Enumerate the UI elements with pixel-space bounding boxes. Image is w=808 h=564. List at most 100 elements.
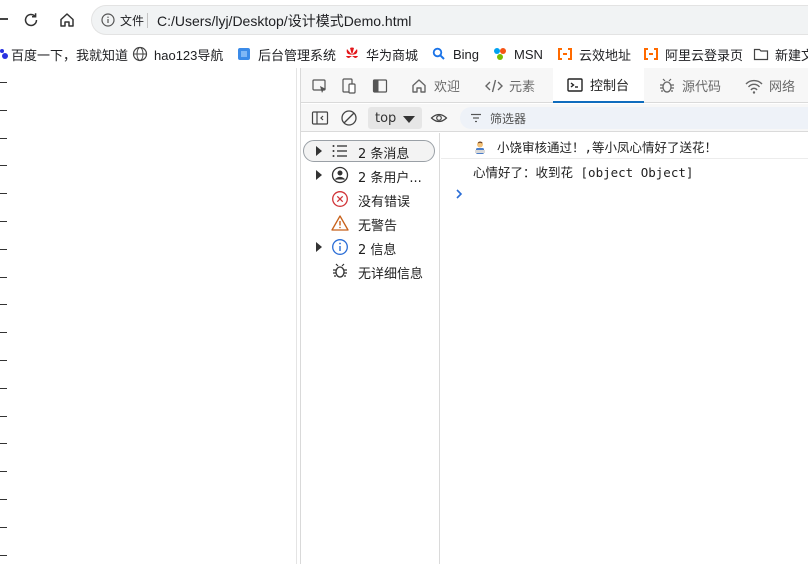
tab-console[interactable]: 控制台 — [553, 68, 644, 103]
list-icon — [331, 142, 349, 160]
page-edge-mark — [0, 443, 7, 445]
sidebar-item-user-messages[interactable]: 2 条用户... — [301, 163, 440, 187]
console-icon — [565, 75, 585, 95]
bookmark-label: 后台管理系统 — [258, 47, 337, 63]
page-edge-mark — [0, 304, 7, 306]
code-icon — [484, 76, 504, 96]
bookmark-hao123[interactable]: hao123导航 — [132, 40, 223, 68]
console-sidebar: 2 条消息 2 条用户... 没有错误 无警告 2 信息 无详细信息 — [301, 133, 440, 564]
bookmark-yunxiao[interactable]: 云效地址 — [557, 40, 631, 68]
url-text[interactable]: C:/Users/lyj/Desktop/设计模式Demo.html — [157, 11, 411, 31]
warning-icon — [331, 214, 349, 232]
console-log-line[interactable]: 小饶审核通过！,等小凤心情好了送花！ — [441, 135, 808, 159]
page-divider — [296, 68, 297, 564]
folder-icon — [753, 46, 769, 62]
tab-network[interactable]: 网络 — [744, 68, 795, 103]
filter-input[interactable]: 筛选器 — [460, 107, 808, 129]
console-toolbar: top 筛选器 — [301, 104, 808, 132]
clear-console-icon[interactable] — [338, 107, 360, 129]
page-edge-mark — [0, 109, 7, 111]
error-icon — [331, 190, 349, 208]
page-edge-mark — [0, 193, 7, 195]
console-prompt-chevron-icon[interactable] — [453, 188, 465, 200]
chevron-down-icon — [403, 116, 415, 123]
bookmark-admin[interactable]: 后台管理系统 — [236, 40, 336, 68]
info-icon — [331, 238, 349, 256]
page-edge-mark — [0, 221, 7, 222]
home-icon[interactable] — [55, 8, 79, 32]
sidebar-item-label: 2 信息 — [358, 243, 397, 258]
page-edge-mark — [0, 332, 7, 334]
expand-arrow-icon[interactable] — [316, 170, 322, 180]
cube-icon — [236, 46, 252, 62]
bookmark-huawei[interactable]: 华为商城 — [344, 40, 418, 68]
sidebar-item-label: 无警告 — [358, 219, 398, 234]
page-edge-mark — [0, 165, 7, 167]
huawei-icon — [344, 46, 360, 62]
devtools-panel: 欢迎 元素 控制台 源代码 网络 top 筛选器 2 条消息 2 条用户... … — [300, 68, 808, 564]
page-edge-mark — [0, 471, 7, 473]
page-edge-mark — [0, 360, 7, 361]
bookmark-label: 华为商城 — [366, 47, 419, 63]
tab-label: 元素 — [509, 80, 536, 95]
bookmark-label: MSN — [514, 46, 543, 62]
log-text: 小饶审核通过！,等小凤心情好了送花！ — [497, 140, 718, 155]
bookmark-baidu[interactable]: 百度一下，我就知道 — [0, 40, 128, 68]
sidebar-item-label: 无详细信息 — [358, 267, 424, 282]
bookmark-label: 云效地址 — [579, 47, 632, 63]
context-selector[interactable]: top — [368, 107, 422, 129]
inspect-element-icon[interactable] — [309, 75, 331, 97]
tab-sources[interactable]: 源代码 — [657, 68, 721, 103]
tab-label: 网络 — [769, 80, 796, 95]
sidebar-item-label: 2 条用户... — [358, 171, 422, 186]
bookmark-bing[interactable]: Bing — [431, 40, 479, 68]
expand-arrow-icon[interactable] — [316, 146, 322, 156]
tab-elements[interactable]: 元素 — [484, 68, 535, 103]
baidu-icon — [0, 46, 8, 62]
live-expression-eye-icon[interactable] — [428, 107, 450, 129]
context-value: top — [375, 110, 397, 126]
back-button-fragment[interactable] — [0, 18, 8, 20]
page-edge-mark — [0, 82, 7, 83]
bookmark-folder[interactable]: 新建文 — [753, 40, 808, 68]
bookmark-label: 阿里云登录页 — [665, 47, 744, 63]
device-emulation-icon[interactable] — [338, 75, 360, 97]
page-edge-mark — [0, 248, 7, 250]
sidebar-item-verbose[interactable]: 无详细信息 — [301, 259, 440, 283]
refresh-icon[interactable] — [19, 8, 43, 32]
expand-arrow-icon[interactable] — [316, 242, 322, 252]
wifi-icon — [744, 76, 764, 96]
tab-welcome[interactable]: 欢迎 — [409, 68, 460, 103]
user-icon — [331, 166, 349, 184]
sidebar-item-warnings[interactable]: 无警告 — [301, 211, 440, 235]
bookmark-msn[interactable]: MSN — [492, 40, 543, 68]
sidebar-item-label: 2 条消息 — [358, 147, 410, 162]
sidebar-item-messages[interactable]: 2 条消息 — [301, 139, 440, 163]
address-row: 文件 C:/Users/lyj/Desktop/设计模式Demo.html — [0, 0, 808, 40]
page-edge-mark — [0, 554, 7, 556]
address-separator — [147, 13, 148, 28]
devtools-tab-bar: 欢迎 元素 控制台 源代码 网络 — [301, 68, 808, 103]
log-text: 心情好了：收到花 [object Object] — [473, 164, 694, 180]
globe-icon — [132, 46, 148, 62]
sidebar-item-label: 没有错误 — [358, 195, 411, 210]
bracket-icon — [557, 46, 573, 62]
tab-label: 欢迎 — [434, 80, 461, 95]
bug-icon — [331, 262, 349, 280]
page-edge-mark — [0, 387, 7, 389]
file-label[interactable]: 文件 — [120, 12, 144, 29]
page-edge-mark — [0, 137, 7, 139]
toggle-sidebar-icon[interactable] — [309, 107, 331, 129]
bookmark-label: 新建文 — [775, 47, 808, 63]
sidebar-item-errors[interactable]: 没有错误 — [301, 187, 440, 211]
address-field[interactable]: 文件 C:/Users/lyj/Desktop/设计模式Demo.html — [91, 5, 808, 35]
page-edge-mark — [0, 415, 7, 417]
home-icon — [409, 76, 429, 96]
bookmark-aliyun[interactable]: 阿里云登录页 — [643, 40, 743, 68]
info-icon[interactable] — [101, 13, 115, 27]
console-log-line[interactable]: 心情好了：收到花 [object Object] — [441, 159, 808, 183]
page-viewport — [0, 68, 297, 564]
dock-side-icon[interactable] — [369, 75, 391, 97]
filter-icon — [471, 113, 481, 123]
sidebar-item-info[interactable]: 2 信息 — [301, 235, 440, 259]
